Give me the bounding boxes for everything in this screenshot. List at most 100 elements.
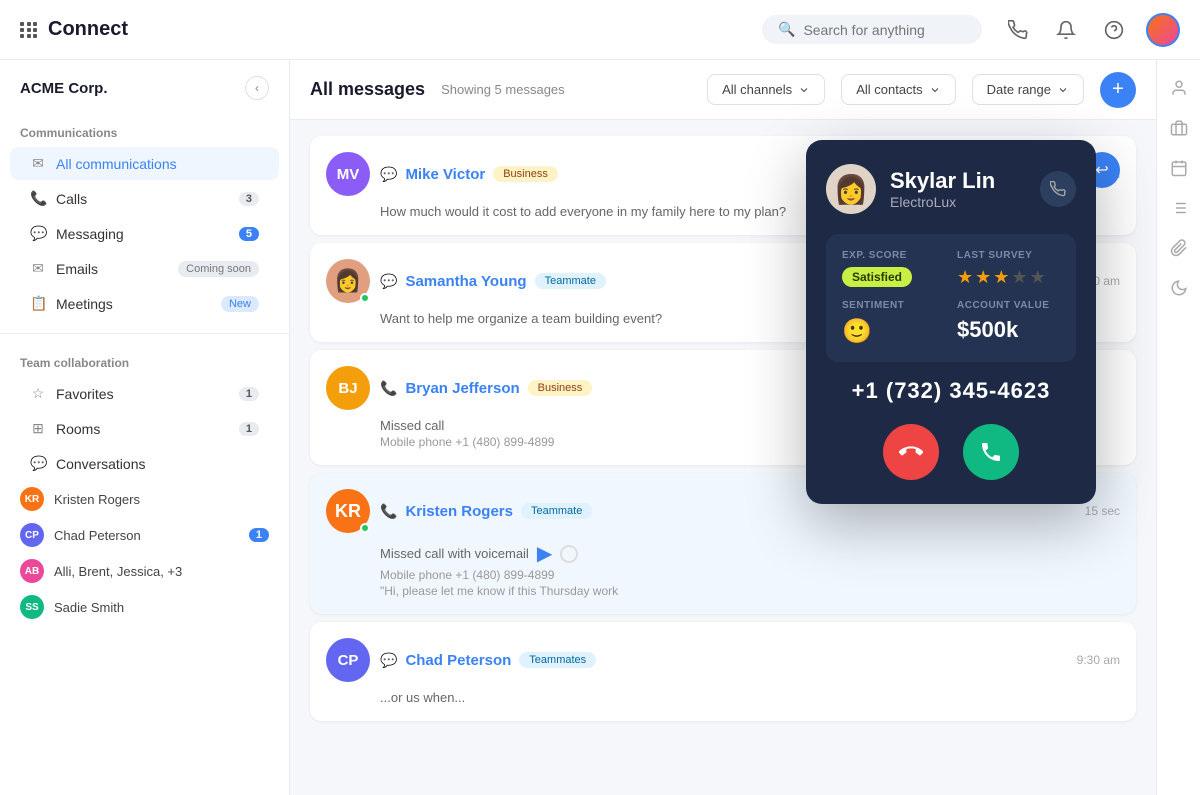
contact-kristen-rogers[interactable]: KR Kristen Rogers [0,481,289,517]
account-value: $500k [957,317,1018,342]
phone-type-icon: 📞 [380,503,397,520]
main-content: All messages Showing 5 messages All chan… [290,60,1156,795]
contact-badge: 1 [249,528,269,542]
messaging-label: Messaging [56,226,229,242]
conversations-label: Conversations [56,456,259,472]
meetings-label: Meetings [56,296,211,312]
msg-avatar: BJ [326,366,370,410]
left-sidebar: ACME Corp. ‹ Communications ✉ All commun… [0,60,290,795]
clip-icon[interactable] [1161,230,1197,266]
emails-label: Emails [56,261,168,277]
communications-section-label: Communications [0,116,289,146]
msg-header: CP 💬 Chad Peterson Teammates 9:30 am [326,638,1120,682]
sidebar-item-messaging[interactable]: 💬 Messaging 5 [10,217,279,250]
messaging-badge: 5 [239,227,259,241]
contact-label: Sadie Smith [54,600,269,615]
sidebar-header: ACME Corp. ‹ [0,60,289,116]
main-layout: ACME Corp. ‹ Communications ✉ All commun… [0,60,1200,795]
rooms-icon: ⊞ [30,420,46,437]
collapse-button[interactable]: ‹ [245,76,269,100]
org-name: ACME Corp. [20,80,108,97]
sentiment-emoji: 🙂 [842,318,872,345]
exp-score-block: EXP. SCORE Satisfied [842,250,945,288]
msg-preview: "Hi, please let me know if this Thursday… [326,584,1120,598]
sidebar-item-calls[interactable]: 📞 Calls 3 [10,182,279,215]
star-1: ★ [957,267,973,288]
msg-tag: Teammate [535,273,606,289]
conversations-icon: 💬 [30,455,46,472]
exp-score-label: EXP. SCORE [842,250,945,261]
sidebar-item-rooms[interactable]: ⊞ Rooms 1 [10,412,279,445]
filter-all-channels[interactable]: All channels [707,74,825,105]
building-icon[interactable] [1161,110,1197,146]
msg-tag: Business [528,380,593,396]
message-type-icon: 💬 [380,166,397,183]
msg-name: Mike Victor [405,166,485,183]
sentiment-label: SENTIMENT [842,300,945,311]
bell-icon[interactable] [1050,14,1082,46]
grid-icon [20,22,38,38]
msg-tag: Teammate [521,503,592,519]
answer-button[interactable] [963,424,1019,480]
sidebar-item-favorites[interactable]: ☆ Favorites 1 [10,377,279,410]
add-button[interactable]: + [1100,72,1136,108]
message-chad-peterson[interactable]: CP 💬 Chad Peterson Teammates 9:30 am ...… [310,622,1136,721]
right-sidebar [1156,60,1200,795]
filter-date-range[interactable]: Date range [972,74,1084,105]
all-communications-label: All communications [56,156,259,172]
contact-alli-brent[interactable]: AB Alli, Brent, Jessica, +3 [0,553,289,589]
calendar-icon[interactable] [1161,150,1197,186]
sidebar-item-emails[interactable]: ✉ Emails Coming soon [10,252,279,285]
showing-text: Showing 5 messages [441,82,565,97]
contact-label: Kristen Rogers [54,492,269,507]
contact-label: Chad Peterson [54,528,239,543]
search-bar[interactable]: 🔍 [762,15,982,44]
list-icon[interactable] [1161,190,1197,226]
msg-avatar: CP [326,638,370,682]
contact-chad-peterson[interactable]: CP Chad Peterson 1 [0,517,289,553]
mail-icon: ✉ [30,260,46,277]
message-icon: 💬 [30,225,46,242]
call-phone-icon[interactable] [1040,171,1076,207]
logo: Connect [20,18,128,41]
header: Connect 🔍 [0,0,1200,60]
star-5: ★ [1030,267,1046,288]
msg-avatar: KR [326,489,370,533]
filter-all-contacts[interactable]: All contacts [841,74,955,105]
calls-label: Calls [56,191,229,207]
person-icon[interactable] [1161,70,1197,106]
team-section-label: Team collaboration [0,346,289,376]
play-button[interactable]: ▶ [537,541,552,566]
record-indicator [560,545,578,563]
inbox-icon: ✉ [30,155,46,172]
msg-time: 15 sec [1085,504,1120,518]
help-icon[interactable] [1098,14,1130,46]
star-3: ★ [993,267,1009,288]
content-title: All messages [310,79,425,100]
msg-info: 💬 Chad Peterson Teammates [380,652,1067,669]
exp-score-value: Satisfied [842,267,912,287]
decline-button[interactable] [883,424,939,480]
favorites-badge: 1 [239,387,259,401]
favorites-label: Favorites [56,386,229,402]
header-icons [1002,13,1180,47]
calls-badge: 3 [239,192,259,206]
sidebar-item-conversations[interactable]: 💬 Conversations [10,447,279,480]
last-survey-block: LAST SURVEY ★ ★ ★ ★ ★ [957,250,1060,288]
msg-info: 📞 Kristen Rogers Teammate [380,503,1075,520]
contact-avatar: KR [20,487,44,511]
call-stats: EXP. SCORE Satisfied LAST SURVEY ★ ★ ★ ★… [826,234,1076,362]
search-icon: 🔍 [778,21,795,38]
contact-sadie-smith[interactable]: SS Sadie Smith [0,589,289,625]
search-input[interactable] [803,22,963,38]
contact-avatar: AB [20,559,44,583]
calendar-icon: 📋 [30,295,46,312]
emails-badge: Coming soon [178,261,259,277]
meetings-badge: New [221,296,259,312]
phone-icon[interactable] [1002,14,1034,46]
msg-tag: Teammates [519,652,596,668]
moon-icon[interactable] [1161,270,1197,306]
sidebar-item-all-communications[interactable]: ✉ All communications [10,147,279,180]
user-avatar[interactable] [1146,13,1180,47]
sidebar-item-meetings[interactable]: 📋 Meetings New [10,287,279,320]
